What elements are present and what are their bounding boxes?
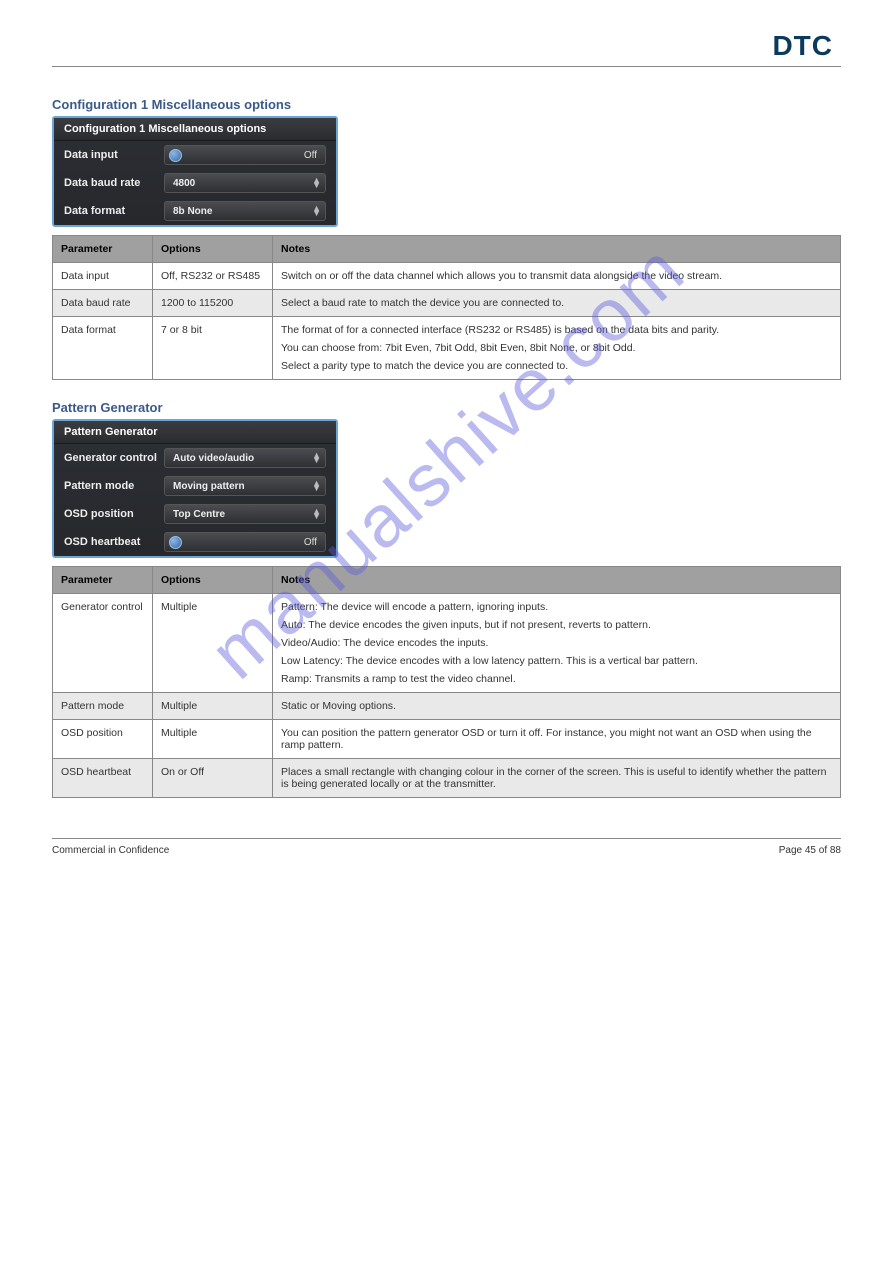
cell-parameter: Pattern mode: [53, 693, 153, 720]
toggle-value: Off: [304, 537, 317, 548]
cell-parameter: Data input: [53, 263, 153, 290]
header-divider: [52, 66, 841, 67]
cell-options: Multiple: [153, 594, 273, 693]
cell-options: On or Off: [153, 759, 273, 798]
footer-right: Page 45 of 88: [779, 845, 841, 856]
table-row: Data input Off, RS232 or RS485 Switch on…: [53, 263, 841, 290]
label-generator-control: Generator control: [64, 452, 164, 464]
select-pattern-mode[interactable]: Moving pattern ▲▼: [164, 476, 326, 496]
select-arrows-icon: ▲▼: [312, 453, 319, 463]
label-baud-rate: Data baud rate: [64, 177, 164, 189]
select-value: 8b None: [173, 206, 212, 217]
row-osd-position: OSD position Top Centre ▲▼: [54, 500, 336, 528]
th-notes: Notes: [273, 236, 841, 263]
label-osd-position: OSD position: [64, 508, 164, 520]
th-options: Options: [153, 567, 273, 594]
toggle-handle-icon: [169, 149, 182, 162]
table-row: OSD heartbeat On or Off Places a small r…: [53, 759, 841, 798]
table-misc-options: Parameter Options Notes Data input Off, …: [52, 235, 841, 380]
select-value: Top Centre: [173, 509, 225, 520]
panel-title: Configuration 1 Miscellaneous options: [54, 118, 336, 141]
th-parameter: Parameter: [53, 236, 153, 263]
table-row: OSD position Multiple You can position t…: [53, 720, 841, 759]
brand-logo: DTC: [52, 30, 841, 62]
select-arrows-icon: ▲▼: [312, 481, 319, 491]
cell-notes: Static or Moving options.: [273, 693, 841, 720]
select-arrows-icon: ▲▼: [312, 178, 319, 188]
th-notes: Notes: [273, 567, 841, 594]
cell-notes: Places a small rectangle with changing c…: [273, 759, 841, 798]
toggle-data-input[interactable]: Off: [164, 145, 326, 165]
th-options: Options: [153, 236, 273, 263]
cell-options: 1200 to 115200: [153, 290, 273, 317]
cell-parameter: Generator control: [53, 594, 153, 693]
cell-parameter: Data baud rate: [53, 290, 153, 317]
cell-options: Multiple: [153, 693, 273, 720]
cell-notes: Switch on or off the data channel which …: [273, 263, 841, 290]
table-row: Generator control Multiple Pattern: The …: [53, 594, 841, 693]
select-arrows-icon: ▲▼: [312, 206, 319, 216]
select-value: Moving pattern: [173, 481, 245, 492]
label-pattern-mode: Pattern mode: [64, 480, 164, 492]
panel-title: Pattern Generator: [54, 421, 336, 444]
label-data-format: Data format: [64, 205, 164, 217]
th-parameter: Parameter: [53, 567, 153, 594]
toggle-osd-heartbeat[interactable]: Off: [164, 532, 326, 552]
cell-notes: You can position the pattern generator O…: [273, 720, 841, 759]
cell-notes: Pattern: The device will encode a patter…: [273, 594, 841, 693]
select-osd-position[interactable]: Top Centre ▲▼: [164, 504, 326, 524]
section-title-misc-options: Configuration 1 Miscellaneous options: [52, 97, 841, 112]
select-value: 4800: [173, 178, 195, 189]
row-pattern-mode: Pattern mode Moving pattern ▲▼: [54, 472, 336, 500]
cell-notes: The format of for a connected interface …: [273, 317, 841, 380]
row-data-baud-rate: Data baud rate 4800 ▲▼: [54, 169, 336, 197]
cell-notes: Select a baud rate to match the device y…: [273, 290, 841, 317]
label-osd-heartbeat: OSD heartbeat: [64, 536, 164, 548]
select-data-format[interactable]: 8b None ▲▼: [164, 201, 326, 221]
select-value: Auto video/audio: [173, 453, 254, 464]
footer-left: Commercial in Confidence: [52, 845, 169, 856]
ui-panel-misc-options: Configuration 1 Miscellaneous options Da…: [52, 116, 338, 227]
row-data-input: Data input Off: [54, 141, 336, 169]
row-osd-heartbeat: OSD heartbeat Off: [54, 528, 336, 556]
cell-parameter: Data format: [53, 317, 153, 380]
section-title-pattern-generator: Pattern Generator: [52, 400, 841, 415]
table-pattern-generator: Parameter Options Notes Generator contro…: [52, 566, 841, 798]
cell-parameter: OSD heartbeat: [53, 759, 153, 798]
row-data-format: Data format 8b None ▲▼: [54, 197, 336, 225]
cell-options: Multiple: [153, 720, 273, 759]
toggle-handle-icon: [169, 536, 182, 549]
cell-parameter: OSD position: [53, 720, 153, 759]
table-row: Data format 7 or 8 bit The format of for…: [53, 317, 841, 380]
row-generator-control: Generator control Auto video/audio ▲▼: [54, 444, 336, 472]
table-row: Pattern mode Multiple Static or Moving o…: [53, 693, 841, 720]
cell-options: 7 or 8 bit: [153, 317, 273, 380]
select-baud-rate[interactable]: 4800 ▲▼: [164, 173, 326, 193]
select-arrows-icon: ▲▼: [312, 509, 319, 519]
select-generator-control[interactable]: Auto video/audio ▲▼: [164, 448, 326, 468]
ui-panel-pattern-generator: Pattern Generator Generator control Auto…: [52, 419, 338, 558]
cell-options: Off, RS232 or RS485: [153, 263, 273, 290]
table-row: Data baud rate 1200 to 115200 Select a b…: [53, 290, 841, 317]
label-data-input: Data input: [64, 149, 164, 161]
toggle-value: Off: [304, 150, 317, 161]
page-footer: Commercial in Confidence Page 45 of 88: [52, 839, 841, 856]
